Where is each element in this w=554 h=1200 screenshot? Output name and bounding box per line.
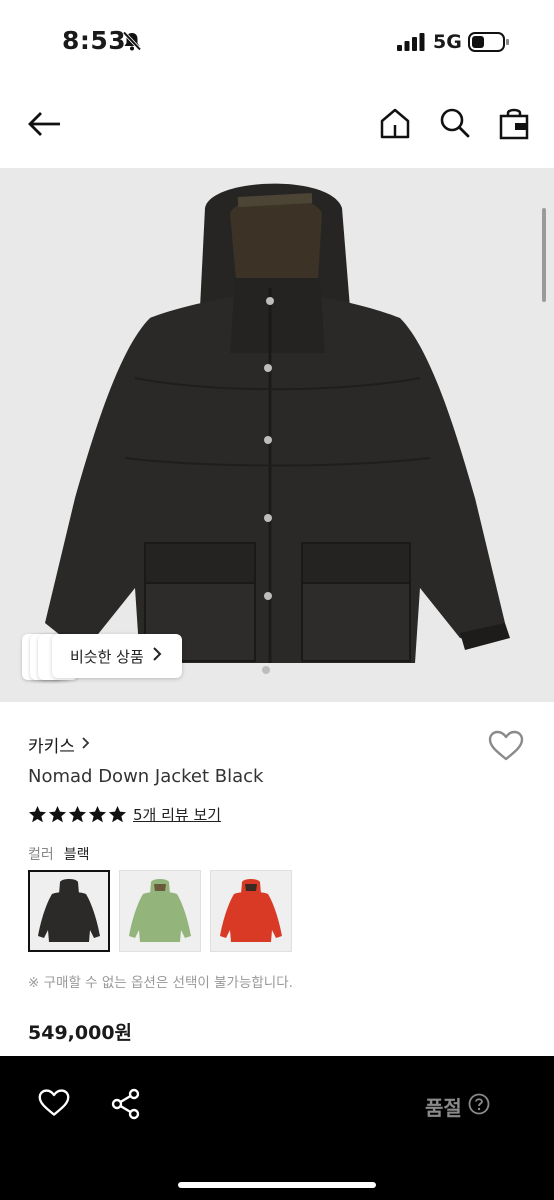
similar-products-button[interactable]: 비슷한 상품 [52,634,182,678]
brand-name: 카키스 [28,737,75,757]
swatch-red[interactable] [210,870,292,952]
color-label: 컬러 [28,847,54,863]
color-swatches [28,870,292,952]
star-icon [68,805,87,823]
bell-muted-icon [121,30,143,56]
wishlist-heart-icon[interactable] [488,730,524,766]
image-scrollbar [542,208,546,302]
brand-link[interactable]: 카키스 [28,732,90,757]
help-icon[interactable] [468,1093,490,1120]
similar-products-label: 비슷한 상품 [70,647,144,666]
status-time: 8:53 [62,26,127,55]
color-row: 컬러 블랙 [28,844,90,864]
home-indicator [178,1182,376,1188]
status-bar: 8:53 5G [0,0,554,80]
jacket-illustration [45,183,510,674]
signal-icon [397,33,425,55]
soldout-label: 품절 [425,1096,462,1120]
jacket-thumbnail-black [38,879,100,942]
product-name: Nomad Down Jacket Black [28,766,264,787]
search-icon[interactable] [438,106,472,144]
color-value: 블랙 [63,847,90,863]
heart-icon[interactable] [38,1088,70,1122]
jacket-thumbnail-red [220,879,282,942]
chevron-right-icon [81,735,90,755]
chevron-right-icon [152,647,162,665]
share-icon[interactable] [110,1088,142,1124]
star-icon [88,805,107,823]
soldout-status: 품절 [425,1092,490,1121]
product-image[interactable]: 비슷한 상품 [0,168,554,702]
battery-icon [468,31,510,57]
bottom-action-bar: 품절 [0,1056,554,1200]
jacket-thumbnail-green [129,879,191,942]
shopping-bag-icon[interactable] [497,106,531,144]
star-icon [48,805,67,823]
rating-row: 5개 리뷰 보기 [28,804,221,825]
back-arrow-icon[interactable] [26,108,62,144]
network-type: 5G [433,31,462,53]
star-icon [28,805,47,823]
swatch-green[interactable] [119,870,201,952]
product-price: 549,000원 [28,1022,133,1044]
home-icon[interactable] [378,106,412,144]
option-note: ※ 구매할 수 없는 옵션은 선택이 불가능합니다. [28,975,293,991]
swatch-black[interactable] [28,870,110,952]
nav-bar [0,96,554,158]
rating-stars [28,805,127,824]
star-icon [108,805,127,823]
review-link[interactable]: 5개 리뷰 보기 [133,804,221,825]
